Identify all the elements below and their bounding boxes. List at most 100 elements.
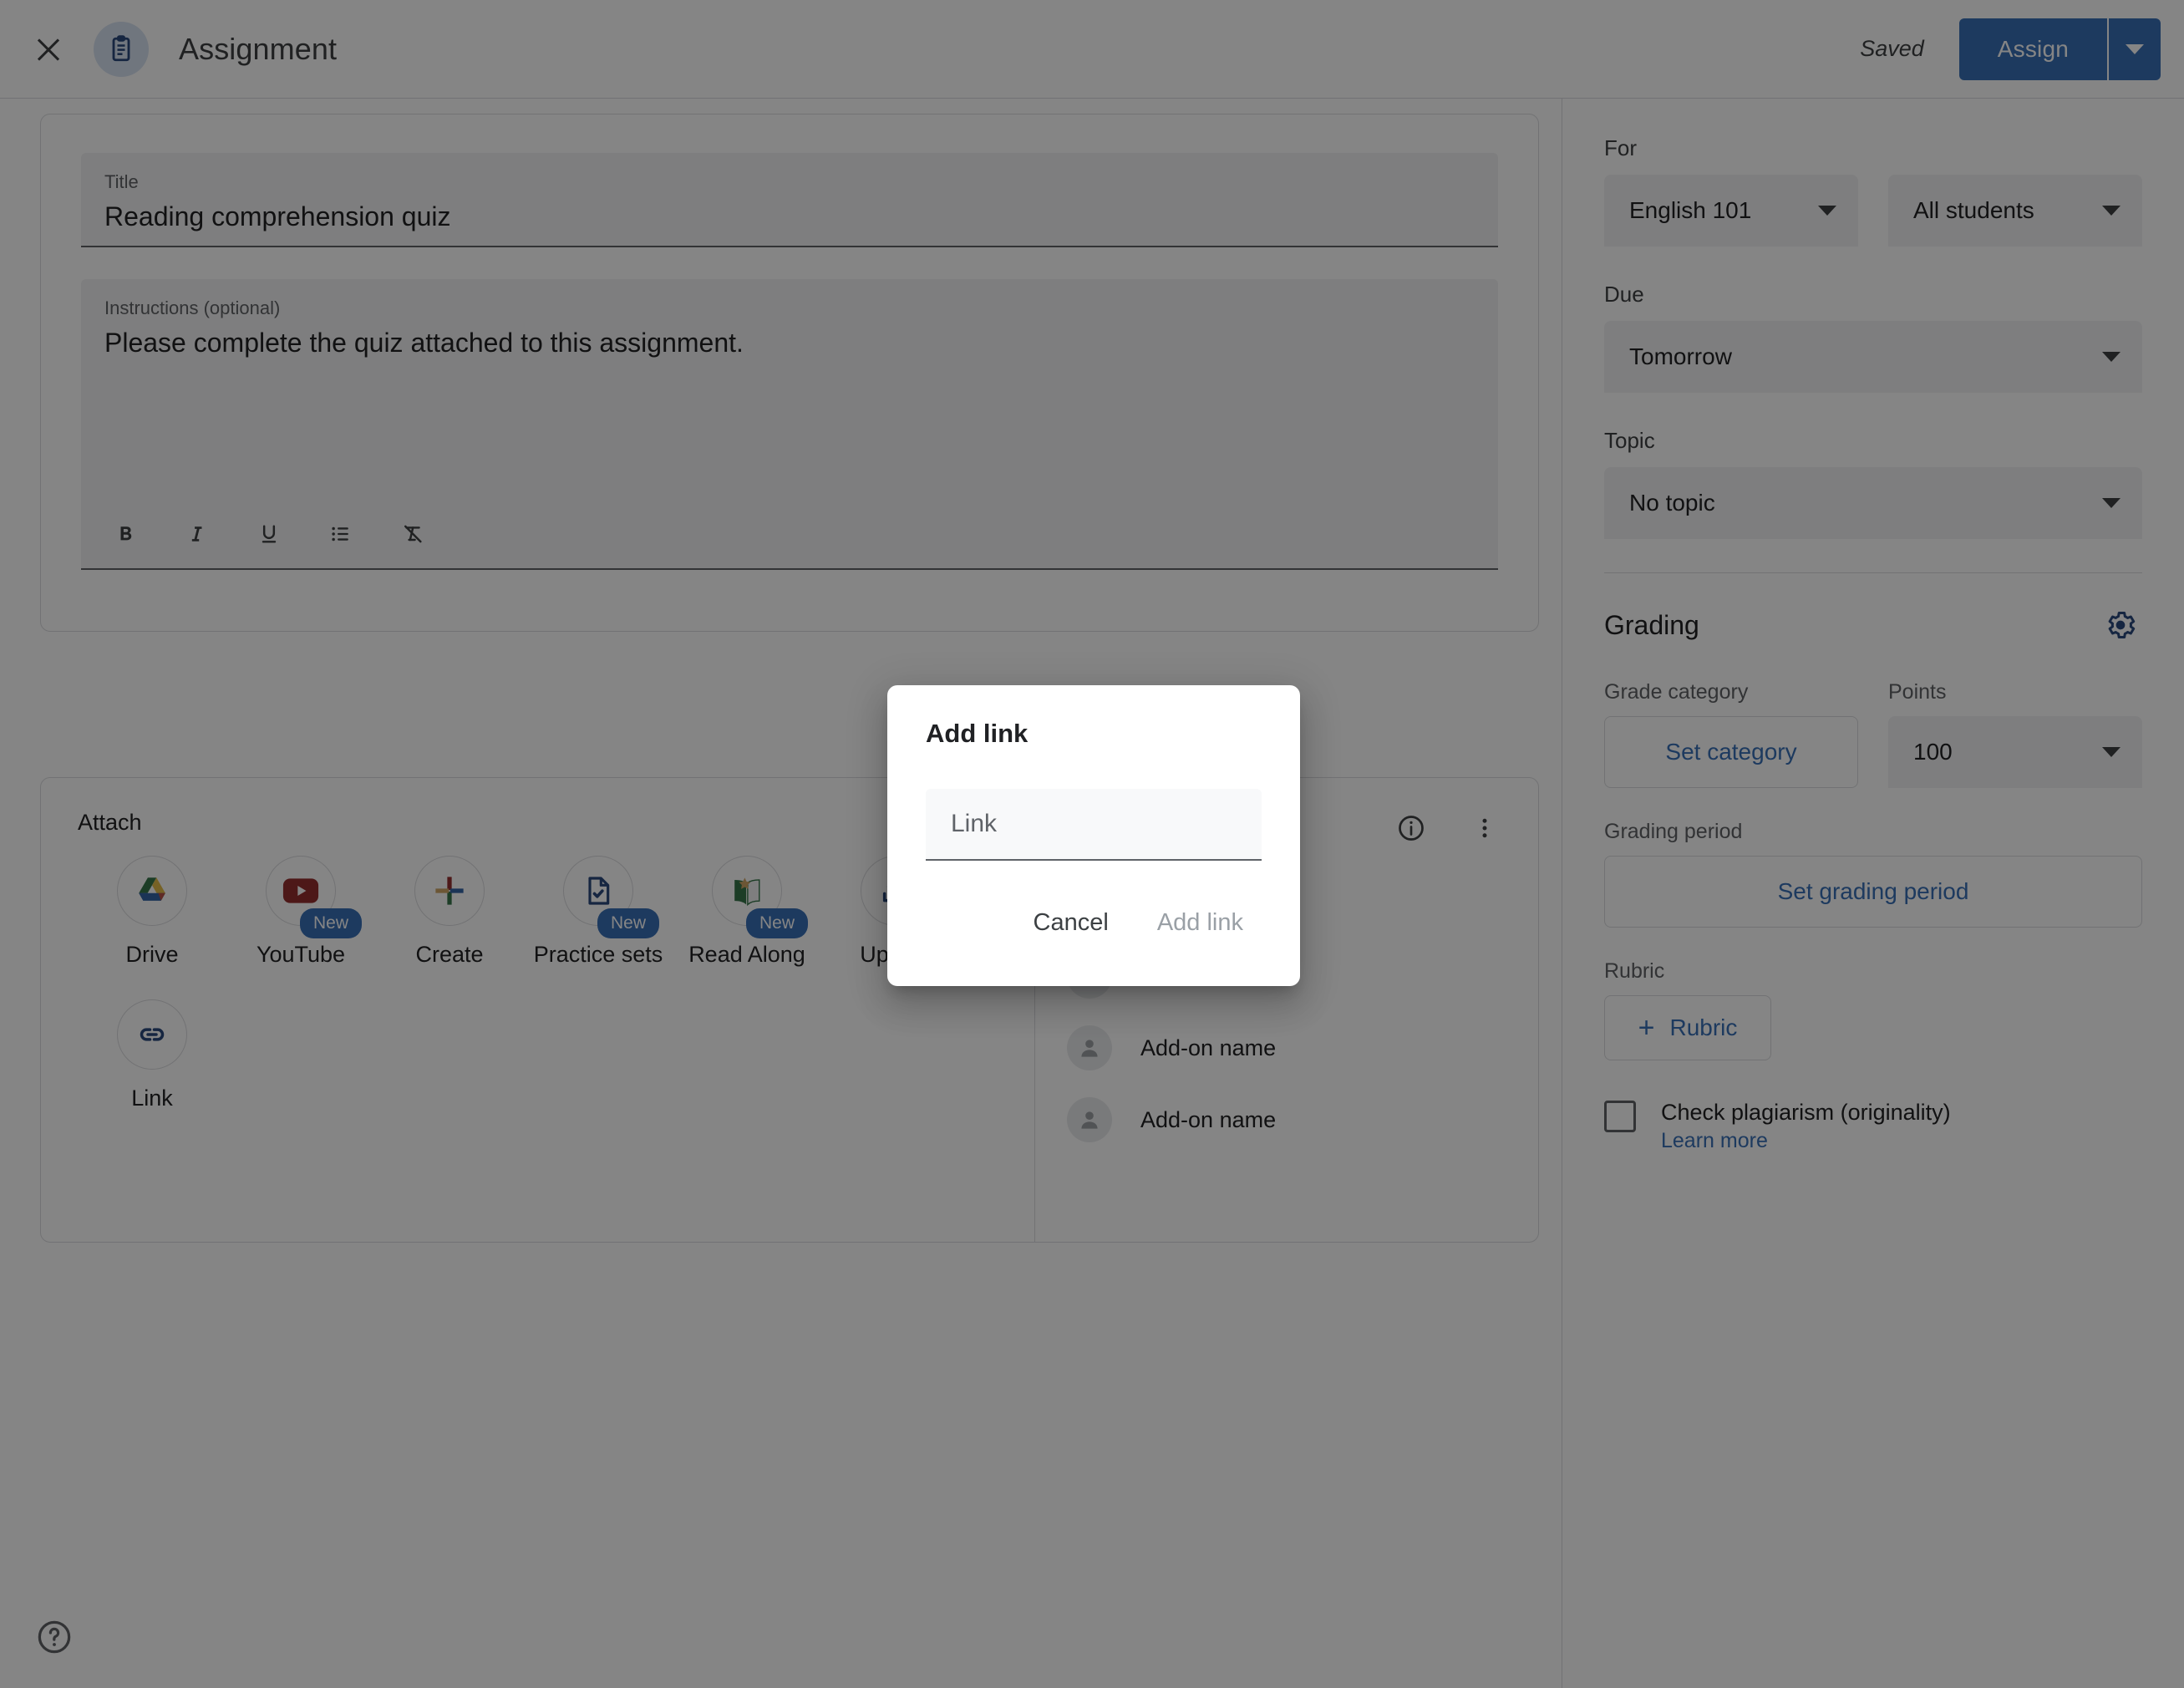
chevron-down-icon	[2102, 498, 2121, 508]
title-value: Reading comprehension quiz	[104, 201, 451, 231]
grading-period-label: Grading period	[1604, 820, 1743, 843]
google-drive-icon	[117, 856, 187, 926]
rubric-label: Rubric	[1604, 959, 1665, 983]
italic-icon[interactable]	[180, 516, 215, 552]
grade-category-group: Grade category Set category	[1604, 680, 1858, 788]
list-item[interactable]: Add-on name	[1067, 1012, 1506, 1084]
instructions-value: Please complete the quiz attached to thi…	[104, 328, 744, 358]
attach-option-drive[interactable]: Drive	[78, 856, 226, 969]
add-link-dialog: Add link Link Cancel Add link	[887, 685, 1300, 986]
divider	[1604, 572, 2142, 573]
cancel-button[interactable]: Cancel	[1015, 899, 1127, 947]
person-avatar-icon	[1067, 1097, 1112, 1142]
assign-button-group: Assign	[1958, 18, 2161, 80]
grading-row: Grade category Set category Points 100	[1604, 680, 2142, 788]
topic-select[interactable]: No topic	[1604, 467, 2142, 539]
underline-icon[interactable]	[251, 516, 287, 552]
attach-option-youtube[interactable]: New YouTube	[226, 856, 375, 969]
info-icon[interactable]	[1389, 806, 1433, 850]
addon-name: Add-on name	[1140, 1106, 1277, 1132]
details-card: Title Reading comprehension quiz Instruc…	[40, 114, 1539, 632]
grading-title: Grading	[1604, 609, 1699, 640]
attach-option-create[interactable]: Create	[375, 856, 524, 969]
bold-icon[interactable]	[108, 516, 143, 552]
for-label: For	[1604, 135, 1637, 160]
course-select[interactable]: English 101	[1604, 175, 1858, 247]
dialog-actions: Cancel Add link	[926, 899, 1262, 947]
chevron-down-icon	[2102, 747, 2121, 757]
practice-sets-icon: New	[563, 856, 659, 938]
attach-chip-row: Drive New YouTube Create New Practice se…	[78, 856, 998, 969]
students-select[interactable]: All students	[1888, 175, 2142, 247]
link-input[interactable]: Link	[926, 789, 1262, 861]
attach-option-label: Drive	[125, 942, 179, 967]
attach-option-label: Create	[415, 942, 484, 967]
attach-option-practice-sets[interactable]: New Practice sets	[524, 856, 673, 969]
plus-icon: +	[1638, 1012, 1655, 1044]
chevron-down-icon	[2126, 43, 2144, 54]
help-circle-icon[interactable]	[35, 1618, 74, 1656]
due-label: Due	[1604, 282, 1644, 307]
gear-icon[interactable]	[2099, 603, 2142, 647]
assignment-editor-screen: Assignment Saved Assign Title Reading co…	[0, 0, 2184, 1688]
editor-left-column: Title Reading comprehension quiz Instruc…	[0, 99, 1562, 1688]
attach-option-label: Link	[131, 1085, 173, 1111]
learn-more-link[interactable]: Learn more	[1661, 1129, 1951, 1153]
attach-option-link[interactable]: Link	[78, 999, 226, 1113]
checkbox-unchecked-icon[interactable]	[1604, 1101, 1636, 1132]
person-avatar-icon	[1067, 1025, 1112, 1070]
grading-header: Grading	[1604, 603, 2142, 647]
set-category-button[interactable]: Set category	[1604, 716, 1858, 788]
attach-chip-row-2: Link	[78, 999, 998, 1113]
attach-option-label: YouTube	[256, 942, 346, 967]
due-value: Tomorrow	[1629, 343, 1732, 369]
set-grading-period-button[interactable]: Set grading period	[1604, 856, 2142, 928]
dialog-title: Add link	[926, 719, 1029, 748]
assign-dropdown-button[interactable]	[2107, 18, 2161, 80]
due-select[interactable]: Tomorrow	[1604, 321, 2142, 393]
grade-category-label: Grade category	[1604, 680, 1749, 704]
add-rubric-button[interactable]: + Rubric	[1604, 995, 1771, 1060]
title-label: Title	[104, 171, 139, 192]
rubric-group: Rubric + Rubric	[1604, 959, 2142, 1060]
youtube-icon: New	[266, 856, 362, 938]
assign-button[interactable]: Assign	[1958, 18, 2107, 80]
close-button[interactable]	[15, 16, 82, 83]
read-along-icon: New	[712, 856, 808, 938]
topic-label: Topic	[1604, 428, 1655, 453]
instructions-input[interactable]: Instructions (optional) Please complete …	[81, 279, 1498, 570]
plagiarism-label: Check plagiarism (originality)	[1661, 1100, 1951, 1125]
addon-name: Add-on name	[1140, 1035, 1277, 1060]
title-input[interactable]: Title Reading comprehension quiz	[81, 153, 1498, 247]
list-item[interactable]: Add-on name	[1067, 1084, 1506, 1156]
attach-option-label: Read Along	[688, 942, 805, 967]
create-plus-icon	[414, 856, 485, 926]
settings-sidebar: For English 101 All students Due Tomorro…	[1562, 99, 2184, 1688]
rich-text-toolbar	[104, 516, 1475, 555]
for-row: English 101 All students	[1604, 175, 2142, 247]
attach-card: Attach Drive New YouTube Create New Prac…	[40, 777, 1539, 1243]
points-value: 100	[1913, 739, 1953, 765]
new-badge: New	[597, 908, 659, 938]
instructions-body: Instructions (optional) Please complete …	[104, 297, 1475, 516]
chevron-down-icon	[2102, 352, 2121, 362]
chevron-down-icon	[1818, 206, 1836, 216]
plagiarism-row: Check plagiarism (originality) Learn mor…	[1604, 1097, 2142, 1153]
course-value: English 101	[1629, 197, 1752, 223]
assignment-clipboard-icon	[94, 21, 149, 77]
students-value: All students	[1913, 197, 2034, 223]
top-app-bar: Assignment Saved Assign	[0, 0, 2184, 99]
attach-option-read-along[interactable]: New Read Along	[673, 856, 821, 969]
points-group: Points 100	[1888, 680, 2142, 788]
clear-formatting-icon[interactable]	[395, 516, 430, 552]
more-vert-icon[interactable]	[1463, 806, 1506, 850]
grading-period-group: Grading period Set grading period	[1604, 820, 2142, 928]
points-label: Points	[1888, 680, 1947, 704]
bulleted-list-icon[interactable]	[323, 516, 358, 552]
attach-label: Attach	[78, 810, 142, 835]
add-link-submit-button[interactable]: Add link	[1139, 899, 1262, 947]
instructions-label: Instructions (optional)	[104, 297, 281, 318]
new-badge: New	[299, 908, 362, 938]
new-badge: New	[745, 908, 808, 938]
points-select[interactable]: 100	[1888, 716, 2142, 788]
